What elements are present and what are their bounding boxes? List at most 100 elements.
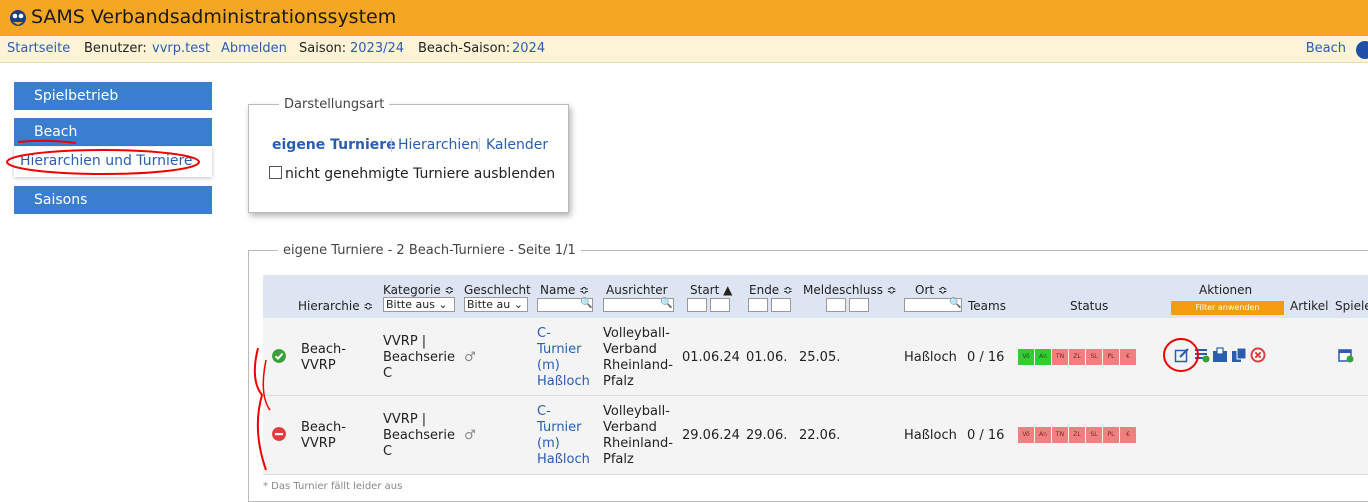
beach-season-link[interactable]: 2024 — [512, 41, 545, 56]
add-game-calendar-icon[interactable] — [1338, 347, 1354, 363]
tab-eigene-turniere[interactable]: eigene Turniere — [272, 137, 396, 153]
status-badge: € — [1120, 427, 1136, 443]
hide-unapproved-option[interactable]: nicht genehmigte Turniere ausblenden — [269, 166, 555, 182]
status-badge: SL — [1086, 349, 1102, 365]
status-badge: ZL — [1069, 349, 1085, 365]
tab-separator: | — [389, 137, 394, 153]
row-kategorie: VVRP | Beachserie C — [383, 334, 455, 381]
tournament-name-link[interactable]: C- Turnier (m) Haßloch — [537, 404, 590, 468]
col-geschlecht: Geschlecht — [464, 283, 531, 297]
col-start[interactable]: Start ▲ — [690, 283, 732, 297]
status-badges: Vö An TN ZL SL PL € — [1018, 349, 1137, 365]
row-ende: 29.06. — [746, 428, 788, 443]
search-icon: 🔍 — [949, 298, 962, 309]
app-title: SAMS Verbandsadministrationssystem — [31, 6, 397, 28]
hide-unapproved-checkbox[interactable] — [269, 166, 282, 179]
search-icon: 🔍 — [580, 298, 593, 309]
row-ausrichter: Volleyball- Verband Rheinland- Pfalz — [603, 326, 673, 389]
view-mode-legend: Darstellungsart — [279, 97, 390, 112]
col-spiele: Spiele — [1335, 299, 1368, 313]
col-ende[interactable]: Ende ≎ — [749, 283, 793, 297]
beach-season-label: Beach-Saison: — [418, 41, 511, 56]
status-badge: Vö — [1018, 349, 1034, 365]
male-icon: ♂ — [464, 428, 476, 443]
row-ort: Haßloch — [904, 428, 957, 443]
sidebar-item-saisons[interactable]: Saisons — [14, 186, 212, 214]
status-badge: SL — [1086, 427, 1102, 443]
col-name[interactable]: Name ≎ — [540, 283, 589, 297]
approved-status-icon — [272, 349, 286, 363]
ende-from-input[interactable] — [748, 298, 768, 312]
session-bar: Startseite Benutzer: vvrp.test Abmelden … — [0, 36, 1368, 63]
row-ort: Haßloch — [904, 350, 957, 365]
row-teams: 0 / 16 — [967, 350, 1005, 365]
app-header: SAMS Verbandsadministrationssystem — [0, 0, 1368, 36]
col-ort[interactable]: Ort ≎ — [915, 283, 948, 297]
status-badge: TN — [1052, 427, 1068, 443]
cancelled-footnote: * Das Turnier fällt leider aus — [263, 481, 403, 492]
col-teams: Teams — [968, 299, 1006, 313]
col-kategorie[interactable]: Kategorie ≎ — [383, 283, 455, 297]
tab-kalender[interactable]: Kalender — [486, 137, 548, 153]
status-badge: € — [1120, 349, 1136, 365]
export-icon[interactable] — [1212, 347, 1228, 363]
user-label: Benutzer: — [84, 41, 147, 56]
col-hierarchie[interactable]: Hierarchie ≎ — [298, 299, 374, 313]
search-icon: 🔍 — [660, 298, 673, 309]
cancelled-status-icon — [272, 427, 286, 441]
beach-link[interactable]: Beach — [1306, 41, 1346, 56]
start-to-input[interactable] — [710, 298, 730, 312]
app-logo-icon — [10, 10, 26, 26]
geschlecht-filter-select[interactable]: Bitte au ⌄ — [464, 297, 528, 312]
tab-hierarchien[interactable]: Hierarchien — [398, 137, 479, 153]
logout-link[interactable]: Abmelden — [221, 41, 287, 56]
col-meldeschluss[interactable]: Meldeschluss ≎ — [803, 283, 897, 297]
season-link[interactable]: 2023/24 — [350, 41, 404, 56]
tab-separator: | — [477, 137, 482, 153]
status-badge: PL — [1103, 349, 1119, 365]
sidebar-item-hierarchien-turniere[interactable]: Hierarchien und Turniere — [14, 147, 212, 177]
status-badge: An — [1035, 427, 1051, 443]
status-badge: PL — [1103, 427, 1119, 443]
status-badge: TN — [1052, 349, 1068, 365]
teams-list-icon[interactable] — [1194, 347, 1210, 363]
kategorie-filter-select[interactable]: Bitte aus ⌄ — [383, 297, 455, 312]
apply-filter-button[interactable]: Filter anwenden — [1171, 301, 1284, 315]
status-badge: Vö — [1018, 427, 1034, 443]
row-meldeschluss: 25.05. — [799, 350, 841, 365]
hide-unapproved-label: nicht genehmigte Turniere ausblenden — [285, 166, 556, 182]
row-ausrichter: Volleyball- Verband Rheinland- Pfalz — [603, 404, 673, 467]
status-badge: An — [1035, 349, 1051, 365]
start-from-input[interactable] — [687, 298, 707, 312]
ende-to-input[interactable] — [771, 298, 791, 312]
home-link[interactable]: Startseite — [7, 41, 70, 56]
copy-icon[interactable] — [1231, 347, 1247, 363]
col-artikel: Artikel — [1290, 299, 1329, 313]
delete-icon[interactable] — [1250, 347, 1266, 363]
row-kategorie: VVRP | Beachserie C — [383, 412, 455, 459]
meldeschluss-from-input[interactable] — [826, 298, 846, 312]
sidebar-item-spielbetrieb[interactable]: Spielbetrieb — [14, 82, 212, 110]
row-hierarchie: Beach- VVRP — [301, 420, 346, 451]
status-badges: Vö An TN ZL SL PL € — [1018, 427, 1137, 443]
row-start: 01.06.24 — [682, 350, 740, 365]
edit-icon[interactable] — [1174, 347, 1190, 363]
sidebar-item-beach[interactable]: Beach — [14, 118, 212, 146]
col-ausrichter: Ausrichter — [606, 283, 668, 297]
male-icon: ♂ — [464, 350, 476, 365]
row-teams: 0 / 16 — [967, 428, 1005, 443]
meldeschluss-to-input[interactable] — [849, 298, 869, 312]
col-aktionen: Aktionen — [1199, 283, 1253, 297]
tournament-name-link[interactable]: C- Turnier (m) Haßloch — [537, 326, 590, 390]
status-badge: ZL — [1069, 427, 1085, 443]
season-label: Saison: — [299, 41, 347, 56]
view-mode-panel — [248, 104, 569, 213]
row-ende: 01.06. — [746, 350, 788, 365]
beach-info-icon[interactable] — [1356, 41, 1368, 59]
row-start: 29.06.24 — [682, 428, 740, 443]
user-link[interactable]: vvrp.test — [152, 41, 210, 56]
row-hierarchie: Beach- VVRP — [301, 342, 346, 373]
row-meldeschluss: 22.06. — [799, 428, 841, 443]
tournament-list-legend: eigene Turniere - 2 Beach-Turniere - Sei… — [278, 243, 581, 258]
col-status: Status — [1070, 299, 1109, 313]
